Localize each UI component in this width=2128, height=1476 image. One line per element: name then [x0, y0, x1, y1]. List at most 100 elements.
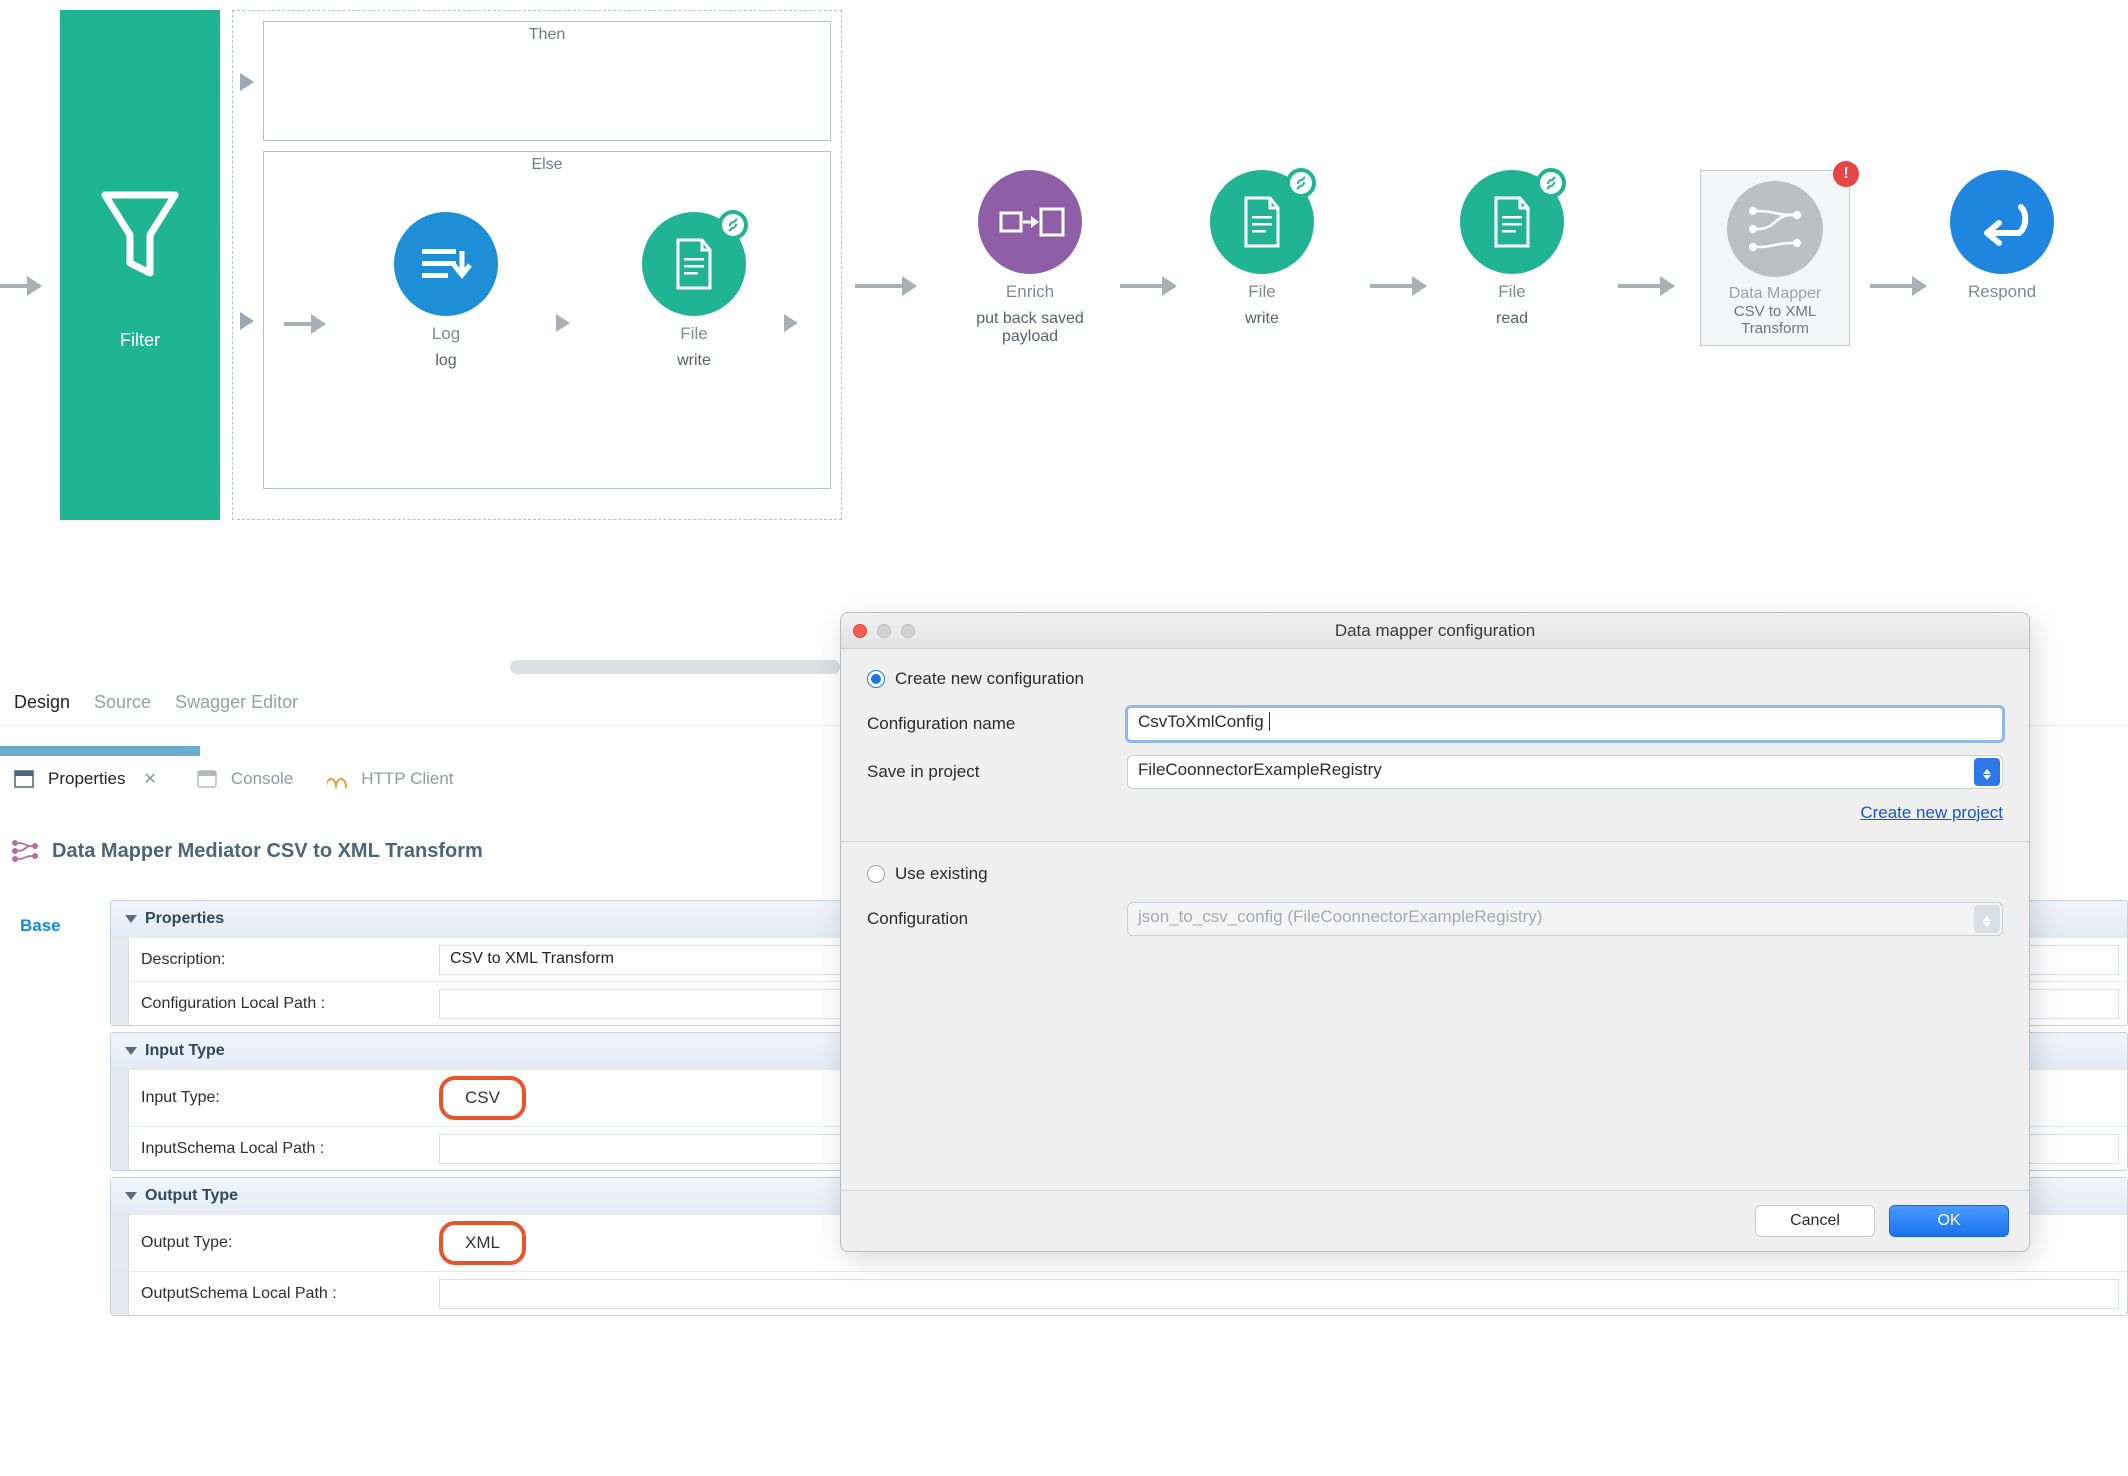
branch-container: Then Else Log log: [232, 10, 842, 520]
node-subtitle: read: [1496, 310, 1528, 328]
zoom-window-icon: [901, 624, 915, 638]
branch-entry-icon: [240, 312, 254, 330]
dialog-titlebar[interactable]: Data mapper configuration: [841, 613, 2029, 649]
config-name-row: Configuration name CsvToXmlConfig: [867, 707, 2003, 741]
field-label: Description:: [129, 951, 439, 969]
then-branch[interactable]: Then: [263, 21, 831, 141]
file-icon: [1210, 170, 1314, 274]
branch-entry-icon: [240, 73, 254, 91]
enrich-icon: [978, 170, 1082, 274]
filter-label: Filter: [120, 330, 160, 351]
use-existing-option[interactable]: Use existing: [867, 864, 2003, 884]
view-console[interactable]: Console: [231, 769, 293, 789]
node-subtitle: put back saved payload: [950, 310, 1110, 346]
use-existing-label: Use existing: [895, 864, 988, 884]
section-title: Output Type: [145, 1187, 238, 1205]
radio-icon[interactable]: [867, 670, 885, 688]
active-tab-stripe: [0, 746, 200, 756]
field-label: Configuration: [867, 909, 1127, 929]
else-label: Else: [264, 152, 830, 178]
node-title: File: [1248, 282, 1275, 302]
respond-node[interactable]: Respond: [1950, 170, 2054, 302]
collapse-icon: [125, 915, 137, 923]
panel-header-text: Data Mapper Mediator CSV to XML Transfor…: [52, 840, 483, 863]
section-title: Input Type: [145, 1042, 225, 1060]
flow-arrow: [0, 284, 40, 288]
output-type-value[interactable]: XML: [439, 1221, 526, 1265]
filter-node[interactable]: Filter: [60, 10, 220, 520]
create-new-label: Create new configuration: [895, 669, 1084, 689]
http-client-icon: [327, 770, 347, 788]
create-new-project-link[interactable]: Create new project: [1860, 803, 2003, 822]
close-icon[interactable]: ✕: [143, 769, 156, 789]
connector-badge-icon: [718, 210, 748, 240]
file-write-node[interactable]: File write: [642, 212, 746, 370]
flow-arrow: [1370, 284, 1425, 288]
configuration-select: json_to_csv_config (FileCoonnectorExampl…: [1127, 902, 2003, 936]
node-title: Enrich: [1006, 282, 1054, 302]
node-title: Data Mapper: [1729, 285, 1822, 303]
cancel-button[interactable]: Cancel: [1755, 1205, 1875, 1237]
then-label: Then: [264, 22, 830, 48]
tab-swagger[interactable]: Swagger Editor: [175, 692, 298, 713]
file-read-node[interactable]: File read: [1460, 170, 1564, 328]
dialog-footer: Cancel OK: [841, 1190, 2029, 1251]
else-branch[interactable]: Else Log log: [263, 151, 831, 489]
flow-arrow: [1120, 284, 1175, 288]
output-schema-value[interactable]: [439, 1279, 2119, 1309]
window-controls[interactable]: [853, 624, 915, 638]
connector-badge-icon: [1536, 168, 1566, 198]
flow-arrow-small: [784, 314, 798, 332]
log-node[interactable]: Log log: [394, 212, 498, 370]
horizontal-scrollbar[interactable]: [510, 660, 840, 674]
data-mapper-node[interactable]: Data Mapper CSV to XML Transform: [1700, 170, 1850, 346]
node-title: File: [1498, 282, 1525, 302]
field-label: Output Type:: [129, 1234, 439, 1252]
data-mapper-config-dialog: Data mapper configuration Create new con…: [840, 612, 2030, 1252]
radio-icon[interactable]: [867, 865, 885, 883]
enrich-node[interactable]: Enrich put back saved payload: [950, 170, 1110, 346]
tab-source[interactable]: Source: [94, 692, 151, 713]
data-mapper-icon: [1727, 181, 1823, 277]
minimize-window-icon: [877, 624, 891, 638]
save-in-project-select[interactable]: FileCoonnectorExampleRegistry: [1127, 755, 2003, 789]
properties-icon: [14, 770, 34, 788]
node-title: Respond: [1968, 282, 2036, 302]
flow-arrow: [1618, 284, 1673, 288]
close-window-icon[interactable]: [853, 624, 867, 638]
ok-button[interactable]: OK: [1889, 1205, 2009, 1237]
input-type-value[interactable]: CSV: [439, 1076, 526, 1120]
tab-design[interactable]: Design: [14, 692, 70, 713]
select-value: FileCoonnectorExampleRegistry: [1138, 760, 1382, 779]
view-http-client[interactable]: HTTP Client: [361, 769, 453, 789]
panel-header: Data Mapper Mediator CSV to XML Transfor…: [10, 838, 483, 864]
flow-arrow: [284, 322, 324, 326]
flow-arrow: [1870, 284, 1925, 288]
view-properties[interactable]: Properties: [48, 769, 125, 789]
flow-arrow: [855, 284, 915, 288]
dialog-body: Create new configuration Configuration n…: [841, 649, 2029, 1190]
console-icon: [197, 770, 217, 788]
config-name-input[interactable]: CsvToXmlConfig: [1127, 707, 2003, 741]
side-tab-base[interactable]: Base: [8, 908, 73, 944]
node-title: File: [680, 324, 707, 344]
select-value: json_to_csv_config (FileCoonnectorExampl…: [1138, 907, 1542, 926]
node-subtitle: write: [1245, 310, 1279, 328]
node-subtitle: log: [435, 352, 456, 370]
file-write-node-2[interactable]: File write: [1210, 170, 1314, 328]
section-title: Properties: [145, 910, 224, 928]
dialog-title: Data mapper configuration: [841, 621, 2029, 641]
divider: [841, 841, 2029, 842]
node-title: Log: [432, 324, 460, 344]
chevron-updown-icon: [1974, 758, 2000, 786]
data-mapper-header-icon: [10, 838, 40, 864]
node-subtitle: write: [677, 352, 711, 370]
flow-canvas: Filter Then Else Log: [0, 0, 2128, 560]
collapse-icon: [125, 1192, 137, 1200]
respond-icon: [1950, 170, 2054, 274]
create-new-option[interactable]: Create new configuration: [867, 669, 2003, 689]
chevron-updown-icon: [1974, 905, 2000, 933]
save-in-project-row: Save in project FileCoonnectorExampleReg…: [867, 755, 2003, 789]
log-icon: [394, 212, 498, 316]
funnel-icon: [90, 180, 190, 290]
